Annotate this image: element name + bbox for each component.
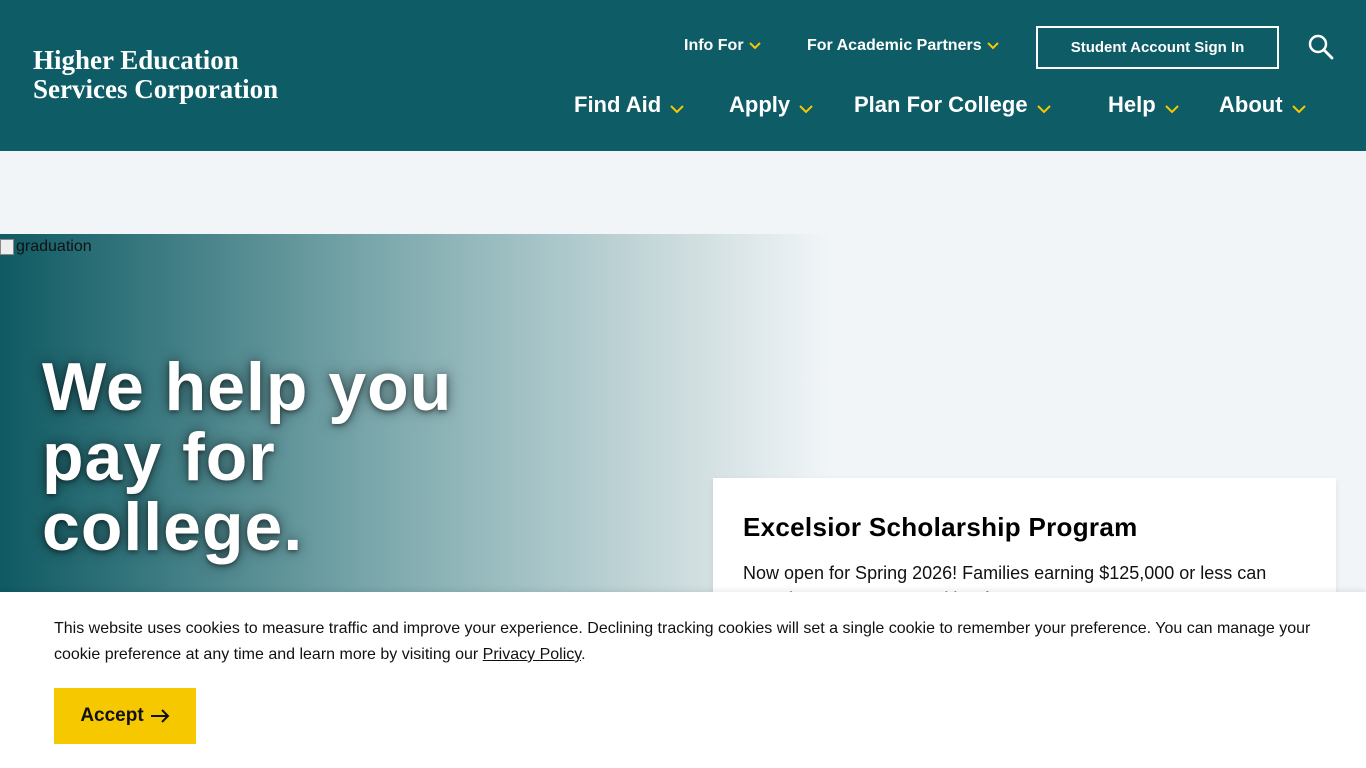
chevron-down-icon xyxy=(986,39,1000,53)
chevron-down-icon xyxy=(1291,97,1307,114)
student-signin-button[interactable]: Student Account Sign In xyxy=(1036,26,1279,69)
chevron-down-icon xyxy=(1164,97,1180,114)
nav-label: Plan For College xyxy=(854,92,1028,117)
hero-title-line-3: college. xyxy=(42,489,304,565)
nav-help[interactable]: Help xyxy=(1108,92,1180,118)
hero-title-line-1: We help you xyxy=(42,349,453,425)
cookie-text-end: . xyxy=(581,646,586,663)
nav-about[interactable]: About xyxy=(1219,92,1307,118)
logo-line-2: Services Corporation xyxy=(33,74,279,104)
card-title[interactable]: Excelsior Scholarship Program xyxy=(743,512,1138,543)
cookie-message: This website uses cookies to measure tra… xyxy=(54,616,1324,668)
utility-nav-academic-partners[interactable]: For Academic Partners xyxy=(807,37,1000,55)
utility-nav-info-for[interactable]: Info For xyxy=(684,37,762,55)
hero-title-line-2: pay for xyxy=(42,419,276,495)
privacy-policy-link[interactable]: Privacy Policy xyxy=(483,646,581,663)
site-header: Higher Education Services Corporation In… xyxy=(0,0,1366,151)
nav-label: Apply xyxy=(729,92,791,117)
hero-image-alt: graduation xyxy=(16,238,92,255)
chevron-down-icon xyxy=(669,97,685,114)
arrow-right-icon xyxy=(150,709,170,723)
logo-line-1: Higher Education xyxy=(33,45,239,75)
utility-nav-label: Info For xyxy=(684,37,744,54)
nav-label: Find Aid xyxy=(574,92,662,117)
accept-label: Accept xyxy=(80,705,144,726)
cookie-banner: This website uses cookies to measure tra… xyxy=(0,592,1366,768)
nav-label: Help xyxy=(1108,92,1156,117)
accept-button[interactable]: Accept xyxy=(54,688,196,744)
chevron-down-icon xyxy=(798,97,814,114)
chevron-down-icon xyxy=(748,39,762,53)
nav-label: About xyxy=(1219,92,1283,117)
nav-plan-for-college[interactable]: Plan For College xyxy=(854,92,1052,118)
cookie-text: This website uses cookies to measure tra… xyxy=(54,620,1311,663)
chevron-down-icon xyxy=(1036,97,1052,114)
nav-apply[interactable]: Apply xyxy=(729,92,814,118)
hero-image: graduation xyxy=(0,238,92,256)
search-icon[interactable] xyxy=(1306,32,1336,62)
broken-image-icon xyxy=(0,239,14,255)
hero-title: We help you pay for college. xyxy=(42,352,512,562)
utility-nav-label: For Academic Partners xyxy=(807,37,982,54)
nav-find-aid[interactable]: Find Aid xyxy=(574,92,685,118)
site-logo[interactable]: Higher Education Services Corporation xyxy=(33,46,278,104)
